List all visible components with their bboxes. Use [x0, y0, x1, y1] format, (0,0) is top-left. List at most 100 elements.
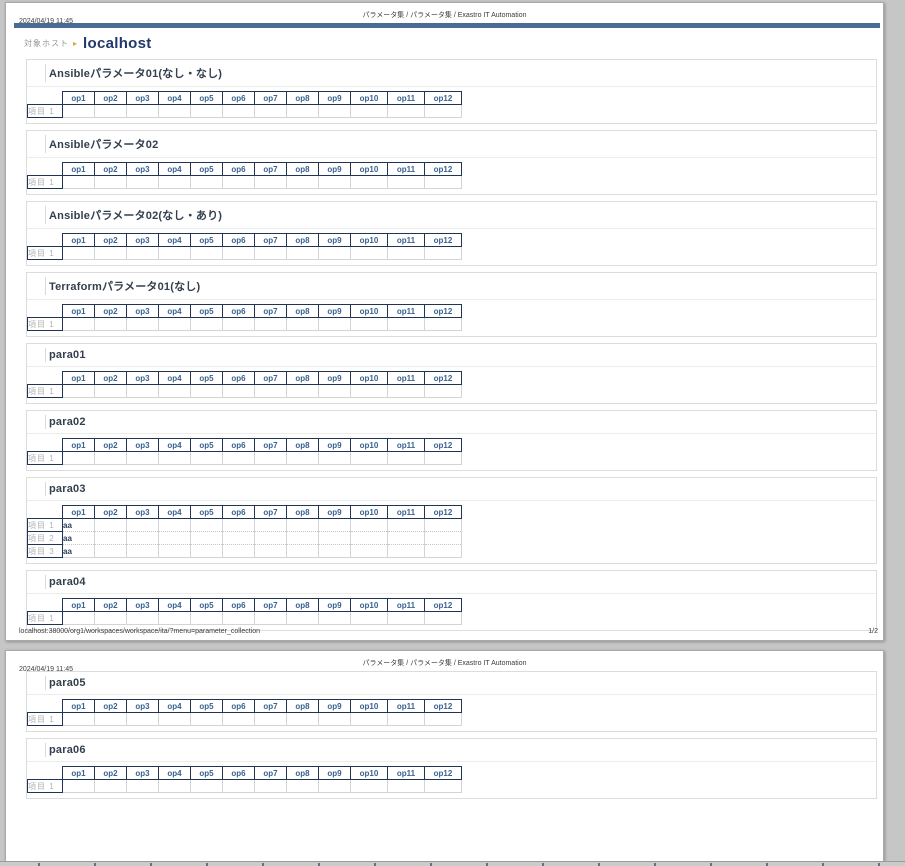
column-header-op1: op1 [63, 92, 95, 105]
column-header-op11: op11 [388, 506, 425, 519]
section-body: op1op2op3op4op5op6op7op8op9op10op11op12 … [27, 300, 876, 336]
column-header-op12: op12 [425, 372, 462, 385]
column-header-op11: op11 [388, 305, 425, 318]
data-cell-op12 [425, 247, 462, 260]
data-cell-op3 [127, 780, 159, 793]
parameter-table: op1op2op3op4op5op6op7op8op9op10op11op12 … [27, 505, 462, 558]
column-header-op2: op2 [95, 767, 127, 780]
data-cell-op3 [127, 519, 159, 532]
section-body: op1op2op3op4op5op6op7op8op9op10op11op12 … [27, 229, 876, 265]
corner-cell [28, 767, 63, 780]
data-cell-op7 [255, 713, 287, 726]
row-label-cell: 項目 1 [28, 519, 63, 532]
data-cell-op12 [425, 385, 462, 398]
column-header-op5: op5 [191, 234, 223, 247]
data-cell-op5 [191, 318, 223, 331]
print-header: 2024/04/19 11:45 パラメータ集 / パラメータ集 / Exast… [6, 651, 883, 668]
table-row: 項目 1 [28, 105, 462, 118]
data-cell-op7 [255, 318, 287, 331]
data-cell-op9 [319, 176, 351, 189]
data-cell-op1: aa [63, 532, 95, 545]
data-cell-op2 [95, 452, 127, 465]
column-header-op8: op8 [287, 599, 319, 612]
data-cell-op9 [319, 247, 351, 260]
data-cell-op6 [223, 612, 255, 625]
data-cell-op1: aa [63, 545, 95, 558]
data-cell-op3 [127, 713, 159, 726]
parameter-table: op1op2op3op4op5op6op7op8op9op10op11op12 … [27, 162, 462, 189]
table-row: 項目 2aa [28, 532, 462, 545]
column-header-op5: op5 [191, 92, 223, 105]
column-header-op12: op12 [425, 767, 462, 780]
column-header-op2: op2 [95, 92, 127, 105]
data-cell-op7 [255, 612, 287, 625]
parameter-section: para02 op1op2op3op4op5op6op7op8op9op10op… [26, 410, 877, 471]
column-header-op8: op8 [287, 767, 319, 780]
column-header-op8: op8 [287, 372, 319, 385]
column-header-op8: op8 [287, 234, 319, 247]
data-cell-op8 [287, 385, 319, 398]
section-title: Ansibleパラメータ02(なし・あり) [27, 202, 876, 229]
data-cell-op5 [191, 105, 223, 118]
section-body: op1op2op3op4op5op6op7op8op9op10op11op12 … [27, 367, 876, 403]
data-cell-op7 [255, 105, 287, 118]
data-cell-op6 [223, 519, 255, 532]
corner-cell [28, 234, 63, 247]
column-header-op12: op12 [425, 700, 462, 713]
footer-url: localhost:38000/org1/workspaces/workspac… [19, 628, 260, 635]
column-header-op1: op1 [63, 439, 95, 452]
table-row: 項目 1aa [28, 519, 462, 532]
section-body: op1op2op3op4op5op6op7op8op9op10op11op12 … [27, 594, 876, 630]
data-cell-op3 [127, 545, 159, 558]
column-header-op1: op1 [63, 305, 95, 318]
data-cell-op3 [127, 532, 159, 545]
data-cell-op4 [159, 519, 191, 532]
data-cell-op3 [127, 385, 159, 398]
column-header-op3: op3 [127, 767, 159, 780]
column-header-op10: op10 [351, 767, 388, 780]
corner-cell [28, 305, 63, 318]
data-cell-op12 [425, 452, 462, 465]
data-cell-op3 [127, 318, 159, 331]
column-header-op6: op6 [223, 305, 255, 318]
data-cell-op12 [425, 532, 462, 545]
data-cell-op11 [388, 452, 425, 465]
row-label-cell: 項目 1 [28, 713, 63, 726]
column-header-op5: op5 [191, 767, 223, 780]
column-header-op2: op2 [95, 305, 127, 318]
parameter-table: op1op2op3op4op5op6op7op8op9op10op11op12 … [27, 699, 462, 726]
column-header-op7: op7 [255, 372, 287, 385]
table-row: 項目 1 [28, 247, 462, 260]
data-cell-op2 [95, 532, 127, 545]
data-cell-op11 [388, 385, 425, 398]
data-cell-op5 [191, 452, 223, 465]
column-header-op3: op3 [127, 506, 159, 519]
column-header-op8: op8 [287, 506, 319, 519]
column-header-op1: op1 [63, 506, 95, 519]
data-cell-op4 [159, 532, 191, 545]
data-cell-op4 [159, 385, 191, 398]
column-header-op12: op12 [425, 599, 462, 612]
data-cell-op10 [351, 713, 388, 726]
column-header-op9: op9 [319, 700, 351, 713]
data-cell-op8 [287, 713, 319, 726]
parameter-section: para06 op1op2op3op4op5op6op7op8op9op10op… [26, 738, 877, 799]
column-header-op10: op10 [351, 506, 388, 519]
column-header-op3: op3 [127, 92, 159, 105]
data-cell-op9 [319, 318, 351, 331]
column-header-op6: op6 [223, 767, 255, 780]
column-header-op9: op9 [319, 234, 351, 247]
column-header-op8: op8 [287, 439, 319, 452]
section-title: Terraformパラメータ01(なし) [27, 273, 876, 300]
column-header-op1: op1 [63, 163, 95, 176]
section-body: op1op2op3op4op5op6op7op8op9op10op11op12 … [27, 87, 876, 123]
parameter-table: op1op2op3op4op5op6op7op8op9op10op11op12 … [27, 371, 462, 398]
print-preview-background: 2024/04/19 11:45 パラメータ集 / パラメータ集 / Exast… [0, 0, 905, 866]
column-header-op10: op10 [351, 372, 388, 385]
column-header-op1: op1 [63, 599, 95, 612]
data-cell-op10 [351, 532, 388, 545]
target-host-label: 対象ホスト [24, 38, 69, 49]
data-cell-op9 [319, 452, 351, 465]
data-cell-op5 [191, 545, 223, 558]
data-cell-op10 [351, 105, 388, 118]
